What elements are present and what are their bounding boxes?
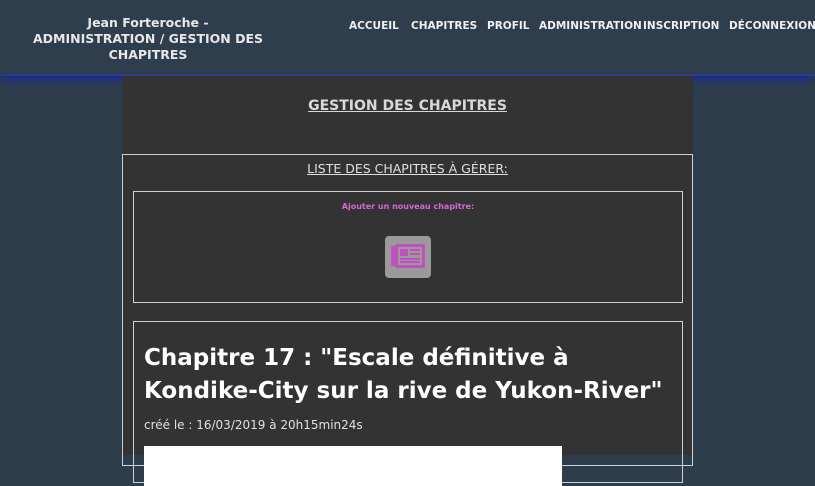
add-chapter-box: Ajouter un nouveau chapitre:: [133, 191, 683, 303]
add-chapter-label: Ajouter un nouveau chapitre:: [341, 202, 475, 211]
chapter-title[interactable]: Chapitre 17 : "Escale définitive à Kondi…: [144, 342, 674, 408]
nav-item-profil[interactable]: PROFIL: [487, 20, 529, 32]
chapter-list-title: LISTE DES CHAPITRES À GÉRER:: [307, 161, 508, 176]
page-title: GESTION DES CHAPITRES: [308, 98, 507, 114]
main-content: GESTION DES CHAPITRES LISTE DES CHAPITRE…: [122, 76, 693, 486]
nav-item-accueil[interactable]: ACCUEIL: [349, 20, 399, 32]
site-title: Jean Forteroche - ADMINISTRATION / GESTI…: [33, 15, 263, 62]
nav-item-inscription[interactable]: INSCRIPTION: [643, 20, 719, 32]
site-header: Jean Forteroche - ADMINISTRATION / GESTI…: [0, 0, 815, 76]
nav-item-chapitres[interactable]: CHAPITRES: [411, 20, 477, 32]
nav-item-deconnexion[interactable]: DÉCONNEXION: [729, 20, 815, 32]
add-chapter-button[interactable]: [385, 236, 431, 278]
newspaper-icon: [391, 244, 425, 268]
chapter-date: créé le : 16/03/2019 à 20h15min24s: [144, 418, 363, 432]
chapter-list-panel: LISTE DES CHAPITRES À GÉRER: Ajouter un …: [122, 154, 693, 486]
chapter-card: Chapitre 17 : "Escale définitive à Kondi…: [133, 321, 683, 486]
chapter-preview: [144, 446, 562, 486]
nav-item-administration[interactable]: ADMINISTRATION: [539, 20, 642, 32]
